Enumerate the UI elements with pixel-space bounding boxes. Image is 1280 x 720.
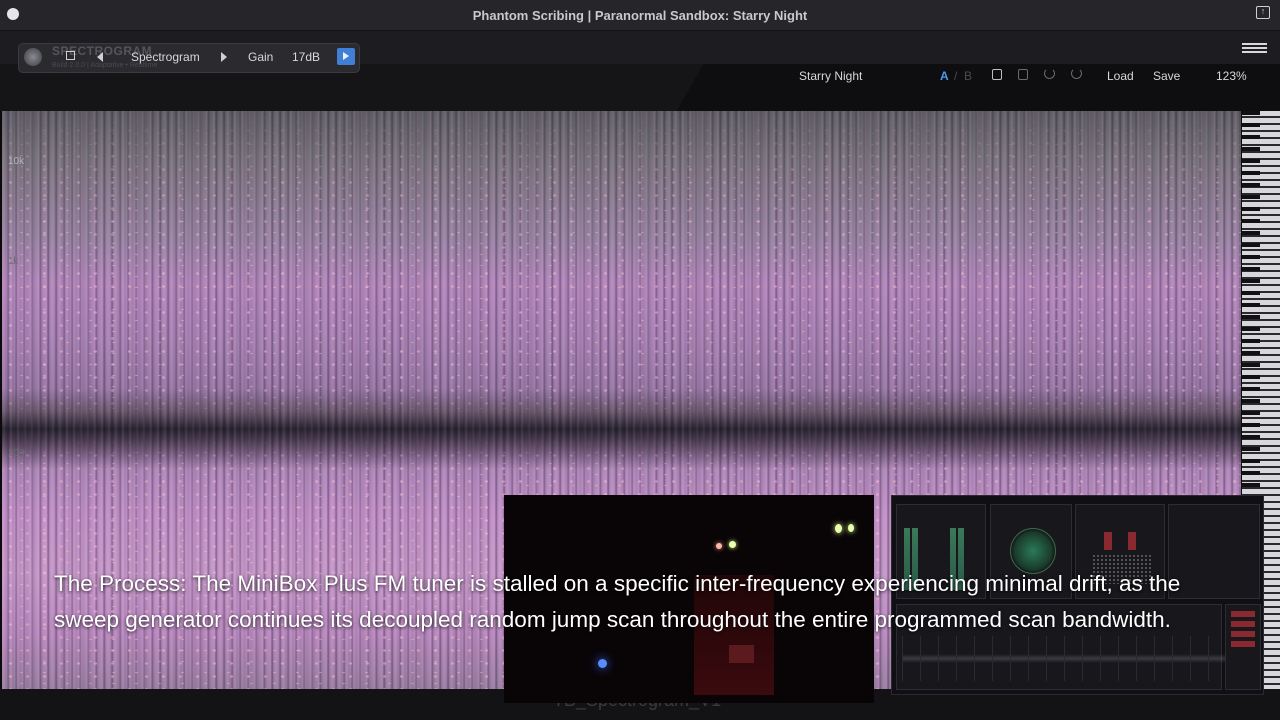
light-glow: [598, 659, 607, 668]
previous-view-icon[interactable]: [97, 52, 103, 62]
copy-icon[interactable]: [992, 69, 1002, 80]
axis-label-1k: 1k: [8, 256, 19, 267]
next-view-icon[interactable]: [221, 52, 227, 62]
video-caption: The Process: The MiniBox Plus FM tuner i…: [54, 571, 1181, 632]
peak-indicator: [1128, 532, 1136, 550]
plugin-logo-icon: [24, 48, 42, 66]
compare-separator: /: [954, 69, 958, 83]
light-glow: [835, 524, 842, 533]
axis-label-100: 100: [8, 448, 25, 459]
compare-a-button[interactable]: A: [940, 69, 949, 83]
side-button: [1231, 611, 1255, 617]
menu-icon[interactable]: [1242, 43, 1267, 54]
load-button[interactable]: Load: [1107, 69, 1134, 83]
crop-icon[interactable]: [66, 51, 75, 60]
preset-name[interactable]: Starry Night: [799, 69, 862, 83]
equipment-display: [729, 645, 754, 663]
light-glow: [716, 543, 722, 549]
side-button: [1231, 631, 1255, 637]
side-button: [1231, 641, 1255, 647]
light-glow: [729, 541, 736, 548]
save-button[interactable]: Save: [1153, 69, 1180, 83]
side-button: [1231, 621, 1255, 627]
paste-icon[interactable]: [1018, 69, 1028, 80]
undo-icon[interactable]: [1044, 68, 1055, 79]
axis-label-10k: 10k: [8, 156, 25, 167]
redo-icon[interactable]: [1071, 68, 1082, 79]
window-titlebar: Phantom Scribing | Paranormal Sandbox: S…: [0, 0, 1280, 31]
fullscreen-icon[interactable]: ↑: [1256, 6, 1270, 19]
history-waveform: [902, 636, 1252, 681]
light-glow: [848, 524, 854, 532]
window-title: Phantom Scribing | Paranormal Sandbox: S…: [472, 8, 808, 23]
gain-label: Gain: [248, 50, 274, 64]
gain-value[interactable]: 17dB: [292, 50, 320, 64]
compare-b-button[interactable]: B: [964, 69, 972, 83]
peak-indicator: [1104, 532, 1112, 550]
view-selector[interactable]: Spectrogram: [131, 50, 200, 64]
play-button[interactable]: [337, 48, 355, 65]
zoom-level[interactable]: 123%: [1216, 69, 1247, 83]
